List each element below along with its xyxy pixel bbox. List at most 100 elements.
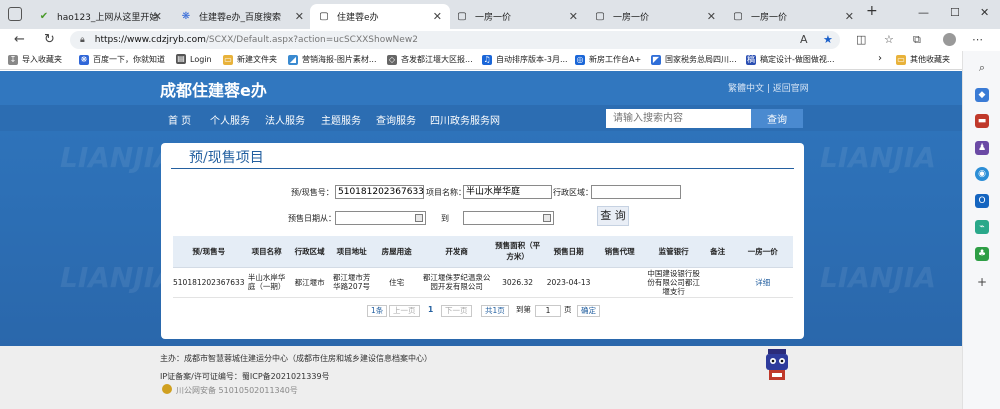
gaoding-icon: 稿: [746, 54, 756, 65]
prev-page-button[interactable]: 上一页: [389, 305, 420, 317]
close-icon[interactable]: ✕: [295, 10, 304, 23]
bookmark-import[interactable]: ↧ 导入收藏夹: [8, 54, 62, 65]
nav-sichuan[interactable]: 四川政务服务网: [430, 112, 500, 127]
calendar-icon[interactable]: [415, 214, 423, 222]
project-name-input[interactable]: 半山水岸华庭: [463, 185, 552, 199]
tab-actions-icon[interactable]: [8, 7, 22, 21]
window-close-icon[interactable]: ✕: [980, 6, 989, 19]
bookmark-login[interactable]: ▤ Login: [176, 54, 212, 64]
new-tab-icon[interactable]: +: [866, 3, 878, 19]
goto-page-input[interactable]: 1: [535, 305, 561, 317]
bookmark-other[interactable]: ▭ 其他收藏夹: [896, 54, 950, 65]
col-project-name: 项目名称: [244, 236, 289, 268]
col-address: 项目地址: [330, 236, 373, 268]
profile-avatar-icon[interactable]: [943, 33, 956, 46]
split-screen-icon[interactable]: ◫: [856, 33, 866, 46]
tab-yifang-3[interactable]: ▢ 一房一价 ✕: [724, 4, 862, 29]
site-search-button[interactable]: 查询: [751, 109, 803, 128]
watermark: LIANJIA: [820, 261, 936, 294]
date-to-input[interactable]: [463, 211, 554, 225]
maximize-icon[interactable]: ☐: [950, 6, 960, 19]
cell-presale-no: 510181202367633: [173, 267, 245, 298]
bookmark-gaoding[interactable]: 稿稿定设计-做图做视...: [746, 54, 835, 65]
bookmark-report[interactable]: ◇ 吝发都江堰大区报...: [387, 54, 473, 65]
favorite-star-icon[interactable]: ★: [823, 33, 833, 46]
tab-yifang-2[interactable]: ▢ 一房一价 ✕: [586, 4, 724, 29]
watermark: LIANJIA: [820, 141, 936, 174]
cell-district: 都江堰市: [288, 267, 331, 298]
browser-tab-bar: ✔ hao123_上网从这里开始 ✕ ❋ 住建蓉e办_百度搜索 ✕ ▢ 住建蓉e…: [0, 0, 1000, 29]
site-search-input[interactable]: [606, 109, 751, 128]
url-path: /SCXX/Default.aspx?action=ucSCXXShowNew2: [205, 35, 418, 45]
close-icon[interactable]: ✕: [153, 10, 162, 23]
bookmark-poster[interactable]: ◢ 营销海报-图片素材...: [288, 54, 377, 65]
outlook-icon[interactable]: O: [975, 194, 989, 208]
tab-baidu-search[interactable]: ❋ 住建蓉e办_百度搜索 ✕: [172, 4, 312, 29]
close-icon[interactable]: ✕: [569, 10, 578, 23]
top-links[interactable]: 繁體中文 | 返回官网: [728, 81, 809, 94]
tag-icon[interactable]: ◆: [975, 88, 989, 102]
site-logo[interactable]: 成都住建蓉e办: [160, 77, 267, 101]
toolbox-icon[interactable]: ▬: [975, 114, 989, 128]
cell-bank: 中国建设银行股份有限公司都江堰支行: [644, 267, 703, 298]
tab-hao123[interactable]: ✔ hao123_上网从这里开始 ✕: [30, 4, 170, 29]
bookmark-tax[interactable]: ◤ 国家税务总局四川...: [651, 54, 737, 65]
minimize-icon[interactable]: —: [918, 6, 929, 19]
close-icon[interactable]: ✕: [845, 10, 854, 23]
more-menu-icon[interactable]: ⋯: [972, 33, 983, 46]
tax-icon: ◤: [651, 54, 661, 65]
query-button[interactable]: 查 询: [597, 206, 629, 226]
pager-total: 共1页: [481, 305, 509, 317]
tab-zhujian[interactable]: ▢ 住建蓉e办 ✕: [310, 4, 450, 29]
confirm-button[interactable]: 确定: [577, 305, 600, 317]
collections-icon[interactable]: ⧉: [913, 33, 921, 47]
chevron-right-icon[interactable]: ›: [878, 53, 882, 64]
nav-personal[interactable]: 个人服务: [210, 112, 250, 127]
close-icon[interactable]: ✕: [433, 10, 442, 23]
tab-label: 住建蓉e办_百度搜索: [199, 13, 282, 23]
tab-yifang-1[interactable]: ▢ 一房一价 ✕: [448, 4, 586, 29]
presale-card: 预/现售项目 预/现售号： 510181202367633 项目名称： 半山水岸…: [161, 143, 804, 339]
url-field[interactable]: 🔒︎ https://www.cdzjryb.com/SCXX/Default.…: [70, 31, 840, 49]
search-icon[interactable]: ⌕: [975, 61, 989, 75]
nav-corporate[interactable]: 法人服务: [265, 112, 305, 127]
col-area: 预售面积（平方米）: [492, 236, 543, 268]
presale-no-input[interactable]: 510181202367633: [335, 185, 424, 199]
close-icon[interactable]: ✕: [707, 10, 716, 23]
nav-home[interactable]: 首 页: [168, 112, 191, 127]
browser-icon[interactable]: ◉: [975, 167, 989, 181]
favorites-icon[interactable]: ☆: [884, 33, 894, 46]
back-icon[interactable]: ←: [14, 32, 25, 47]
tab-label: 一房一价: [751, 13, 788, 23]
date-from-label: 预售日期从：: [288, 214, 336, 223]
add-icon[interactable]: +: [975, 275, 989, 289]
footer-police[interactable]: 川公网安备 51010502011340号: [176, 385, 298, 396]
refresh-icon[interactable]: ↻: [44, 32, 55, 47]
next-page-button[interactable]: 下一页: [441, 305, 472, 317]
police-badge-icon: [162, 384, 172, 394]
bookmark-baidu[interactable]: ❋ 百度一下，你就知道: [79, 54, 165, 65]
cell-usage: 住宅: [372, 267, 421, 298]
district-label: 行政区域：: [553, 188, 593, 197]
footer-icp[interactable]: IP证备案/许可证编号：蜀ICP备2021021339号: [160, 371, 330, 382]
baidu-icon: ❋: [181, 10, 191, 22]
bookmark-sort[interactable]: ♫ 自动排序版本-3月...: [482, 54, 568, 65]
bookmark-folder[interactable]: ▭ 新建文件夹: [223, 54, 277, 65]
date-from-input[interactable]: [335, 211, 426, 225]
shopping-icon[interactable]: ⌁: [975, 220, 989, 234]
address-bar-row: ← ↻ 🔒︎ https://www.cdzjryb.com/SCXX/Defa…: [0, 29, 1000, 51]
cell-agent: [594, 267, 645, 298]
site-nav: 首 页 个人服务 法人服务 主题服务 查询服务 四川政务服务网 查询: [0, 105, 962, 131]
cell-remark: [702, 267, 733, 298]
nav-theme[interactable]: 主题服务: [321, 112, 361, 127]
detail-link[interactable]: 详细: [732, 267, 793, 298]
footer-host: 主办：成都市智慧蓉城住建运分中心（成都市住房和城乡建设信息档案中心）: [160, 354, 432, 363]
col-presale-no: 预/现售号: [173, 236, 245, 268]
tree-icon[interactable]: ♣: [975, 247, 989, 261]
calendar-icon[interactable]: [543, 214, 551, 222]
bookmark-newhouse[interactable]: ◎ 新房工作台A+: [575, 54, 641, 65]
nav-query[interactable]: 查询服务: [376, 112, 416, 127]
read-aloud-icon[interactable]: A: [800, 33, 808, 46]
people-icon[interactable]: ♟: [975, 141, 989, 155]
district-input[interactable]: [591, 185, 681, 199]
